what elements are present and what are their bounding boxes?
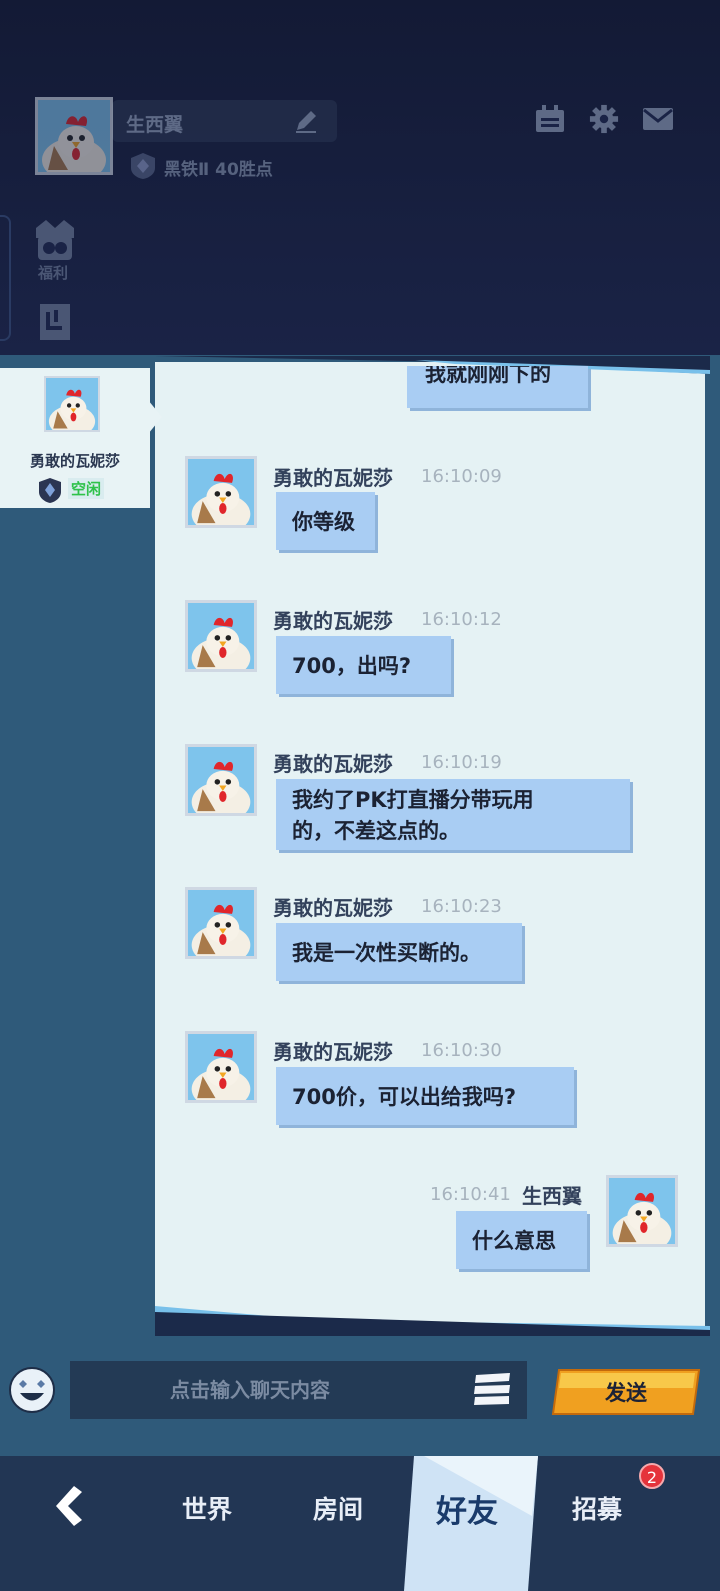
sender-avatar[interactable] [185,1031,257,1103]
friend-name: 勇敢的瓦妮莎 [29,452,120,470]
message-sender: 勇敢的瓦妮莎 [273,752,393,776]
message-line: 的，不差这点的。 [292,819,460,843]
message-sender: 勇敢的瓦妮莎 [273,466,393,490]
send-button-label[interactable]: 发送 [551,1377,701,1407]
message-time: 16:10:30 [421,1040,502,1061]
player-avatar[interactable] [35,97,113,175]
edit-icon[interactable] [293,108,319,134]
partial-message-bubble: 我就刚刚下的 [407,366,588,408]
message-sender: 勇敢的瓦妮莎 [273,1040,393,1064]
message-bubble: 你等级 [276,492,375,550]
message-time: 16:10:19 [421,752,502,773]
message-time: 16:10:41 [430,1184,511,1205]
side-panel-tab[interactable] [0,215,11,341]
player-name: 生西翼 [126,114,184,136]
sender-avatar[interactable] [185,456,257,528]
rank-text: 黑铁Ⅱ 40胜点 [164,160,273,180]
message-sender: 勇敢的瓦妮莎 [273,609,393,633]
tournament-icon[interactable] [36,300,74,348]
chicken-avatar-icon [609,1178,675,1244]
gift-icon[interactable] [32,218,78,262]
clipboard-icon[interactable] [534,104,566,134]
tab-room[interactable]: 房间 [313,1490,363,1526]
chicken-avatar-icon [188,459,254,525]
message-sender: 勇敢的瓦妮莎 [273,896,393,920]
top-header [0,0,720,355]
message-line: 我约了PK打直播分带玩用 [292,788,534,812]
message-time: 16:10:23 [421,896,502,917]
tab-friends[interactable]: 好友 [436,1486,498,1531]
sender-avatar[interactable] [185,887,257,959]
notification-badge: 2 [639,1463,665,1489]
message-time: 16:10:09 [421,466,502,487]
friend-card-pointer [148,400,162,434]
message-bubble: 700，出吗? [276,636,451,694]
panel-bottom-stripe [155,1306,710,1336]
tab-recruit[interactable]: 招募 [572,1490,622,1526]
rank-shield-icon [131,153,155,179]
chicken-avatar-icon [46,378,98,430]
message-bubble: 700价，可以出给我吗? [276,1067,574,1125]
tab-world[interactable]: 世界 [182,1490,232,1526]
chat-input[interactable] [70,1361,527,1419]
gear-icon[interactable] [588,104,620,134]
menu-icon[interactable] [472,1372,512,1406]
self-avatar[interactable] [606,1175,678,1247]
welfare-label: 福利 [38,264,69,282]
message-bubble: 什么意思 [456,1211,587,1269]
message-bubble: 我是一次性买断的。 [276,923,522,981]
chicken-avatar-icon [38,100,110,172]
rank-shield-icon [39,478,61,503]
chicken-avatar-icon [188,747,254,813]
mail-icon[interactable] [642,104,674,134]
emoji-icon[interactable] [8,1366,56,1414]
chicken-avatar-icon [188,1034,254,1100]
chicken-avatar-icon [188,603,254,669]
chicken-avatar-icon [188,890,254,956]
back-chevron-icon[interactable] [50,1484,84,1528]
friend-avatar[interactable] [44,376,100,432]
sender-avatar[interactable] [185,600,257,672]
friend-status-badge: 空闲 [68,478,105,499]
message-time: 16:10:12 [421,609,502,630]
sender-avatar[interactable] [185,744,257,816]
message-sender: 生西翼 [522,1184,582,1208]
message-bubble: 我约了PK打直播分带玩用 的，不差这点的。 [276,779,630,850]
